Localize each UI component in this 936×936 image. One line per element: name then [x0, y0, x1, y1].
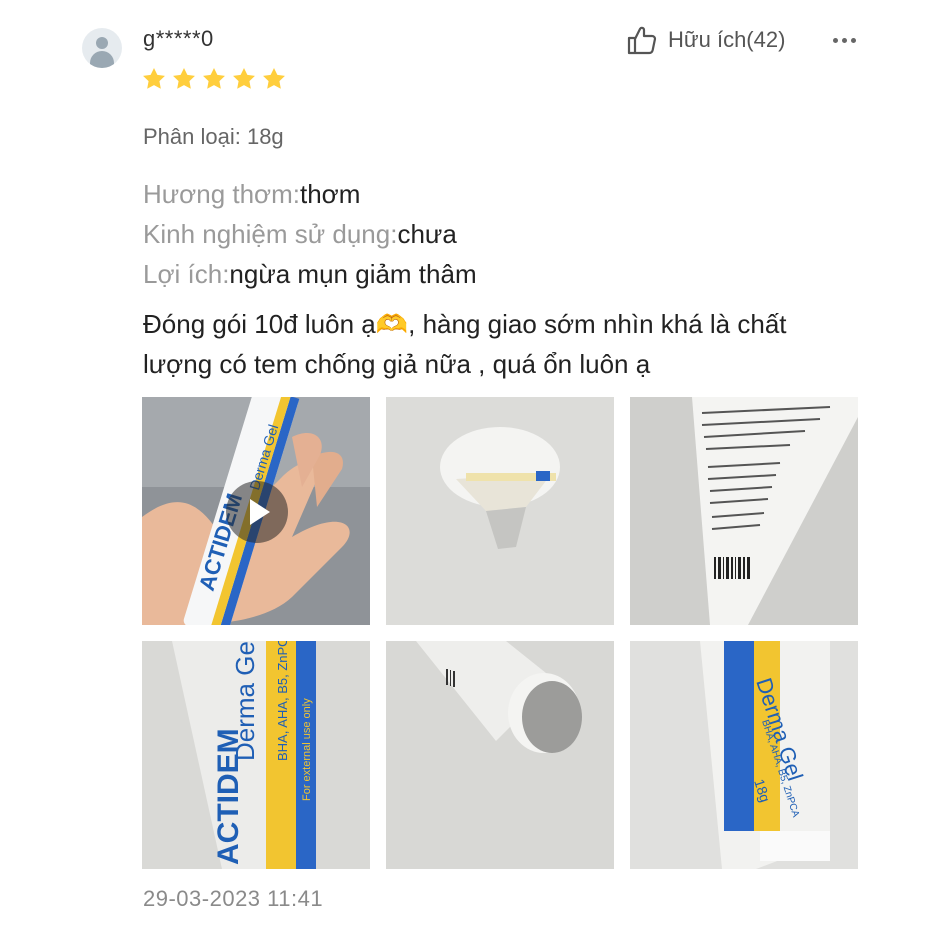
star-icon: [233, 67, 255, 89]
dot-icon: [832, 37, 838, 43]
review-photo-3[interactable]: [630, 397, 858, 625]
avatar-head: [96, 37, 108, 49]
photo-tube-crimp-end: [386, 397, 614, 625]
review-timestamp: 29-03-2023 11:41: [143, 886, 324, 911]
label-product-text: Derma Gel: [230, 641, 260, 761]
product-variant: Phân loại: 18g: [143, 124, 284, 149]
user-avatar[interactable]: [82, 28, 122, 68]
attribute-scent: Hương thơm:thơm: [143, 178, 360, 210]
attribute-key: Kinh nghiệm sử dụng:: [143, 219, 398, 249]
thumbs-up-icon: [627, 26, 657, 55]
avatar-body: [90, 51, 114, 68]
review-video-thumbnail[interactable]: ACTIDEM Derma Gel: [142, 397, 370, 625]
star-rating: [141, 66, 287, 92]
play-icon[interactable]: [226, 481, 288, 543]
review-photo-5[interactable]: [386, 641, 614, 869]
attribute-value: thơm: [300, 179, 361, 209]
attribute-key: Lợi ích:: [143, 259, 230, 289]
attribute-experience: Kinh nghiệm sử dụng:chưa: [143, 218, 457, 250]
attribute-benefit: Lợi ích:ngừa mụn giảm thâm: [143, 258, 477, 290]
star-icon: [143, 67, 165, 89]
more-options-button[interactable]: [826, 26, 862, 54]
attribute-value: chưa: [397, 219, 457, 249]
label-tagline-text: BHA, AHA, B5, ZnPCA: [275, 641, 290, 761]
review-text: Đóng gói 10đ luôn ạ🫶, hàng giao sớm nhìn…: [143, 304, 873, 384]
review-media-grid: ACTIDEM Derma Gel ACTIDEM Derma Gel BHA,…: [142, 397, 858, 869]
attribute-key: Hương thơm:: [143, 179, 300, 209]
review-photo-4[interactable]: ACTIDEM Derma Gel BHA, AHA, B5, ZnPCA Fo…: [142, 641, 370, 869]
helpful-count: Hữu ích(42): [668, 27, 786, 52]
attribute-value: ngừa mụn giảm thâm: [229, 259, 477, 289]
dot-icon: [841, 37, 847, 43]
star-icon: [203, 67, 225, 89]
star-icon: [263, 67, 285, 89]
photo-tube-label-closeup: ACTIDEM Derma Gel BHA, AHA, B5, ZnPCA Fo…: [142, 641, 370, 869]
photo-tube-cap: [386, 641, 614, 869]
review-photo-6[interactable]: Derma Gel BHA, AHA, B5, ZnPCA 18g: [630, 641, 858, 869]
label-usage-text: For external use only: [301, 698, 313, 801]
review-text-line: Đóng gói 10đ luôn ạ🫶, hàng giao sớm nhìn…: [143, 309, 787, 339]
review-photo-2[interactable]: [386, 397, 614, 625]
photo-tube-back-label: [630, 397, 858, 625]
reviewer-username: g*****0: [143, 26, 214, 51]
dot-icon: [850, 37, 856, 43]
star-icon: [173, 67, 195, 89]
review-text-line: lượng có tem chống giả nữa , quá ổn luôn…: [143, 349, 651, 379]
helpful-button[interactable]: Hữu ích(42): [626, 24, 785, 56]
photo-product-box: Derma Gel BHA, AHA, B5, ZnPCA 18g: [630, 641, 858, 869]
